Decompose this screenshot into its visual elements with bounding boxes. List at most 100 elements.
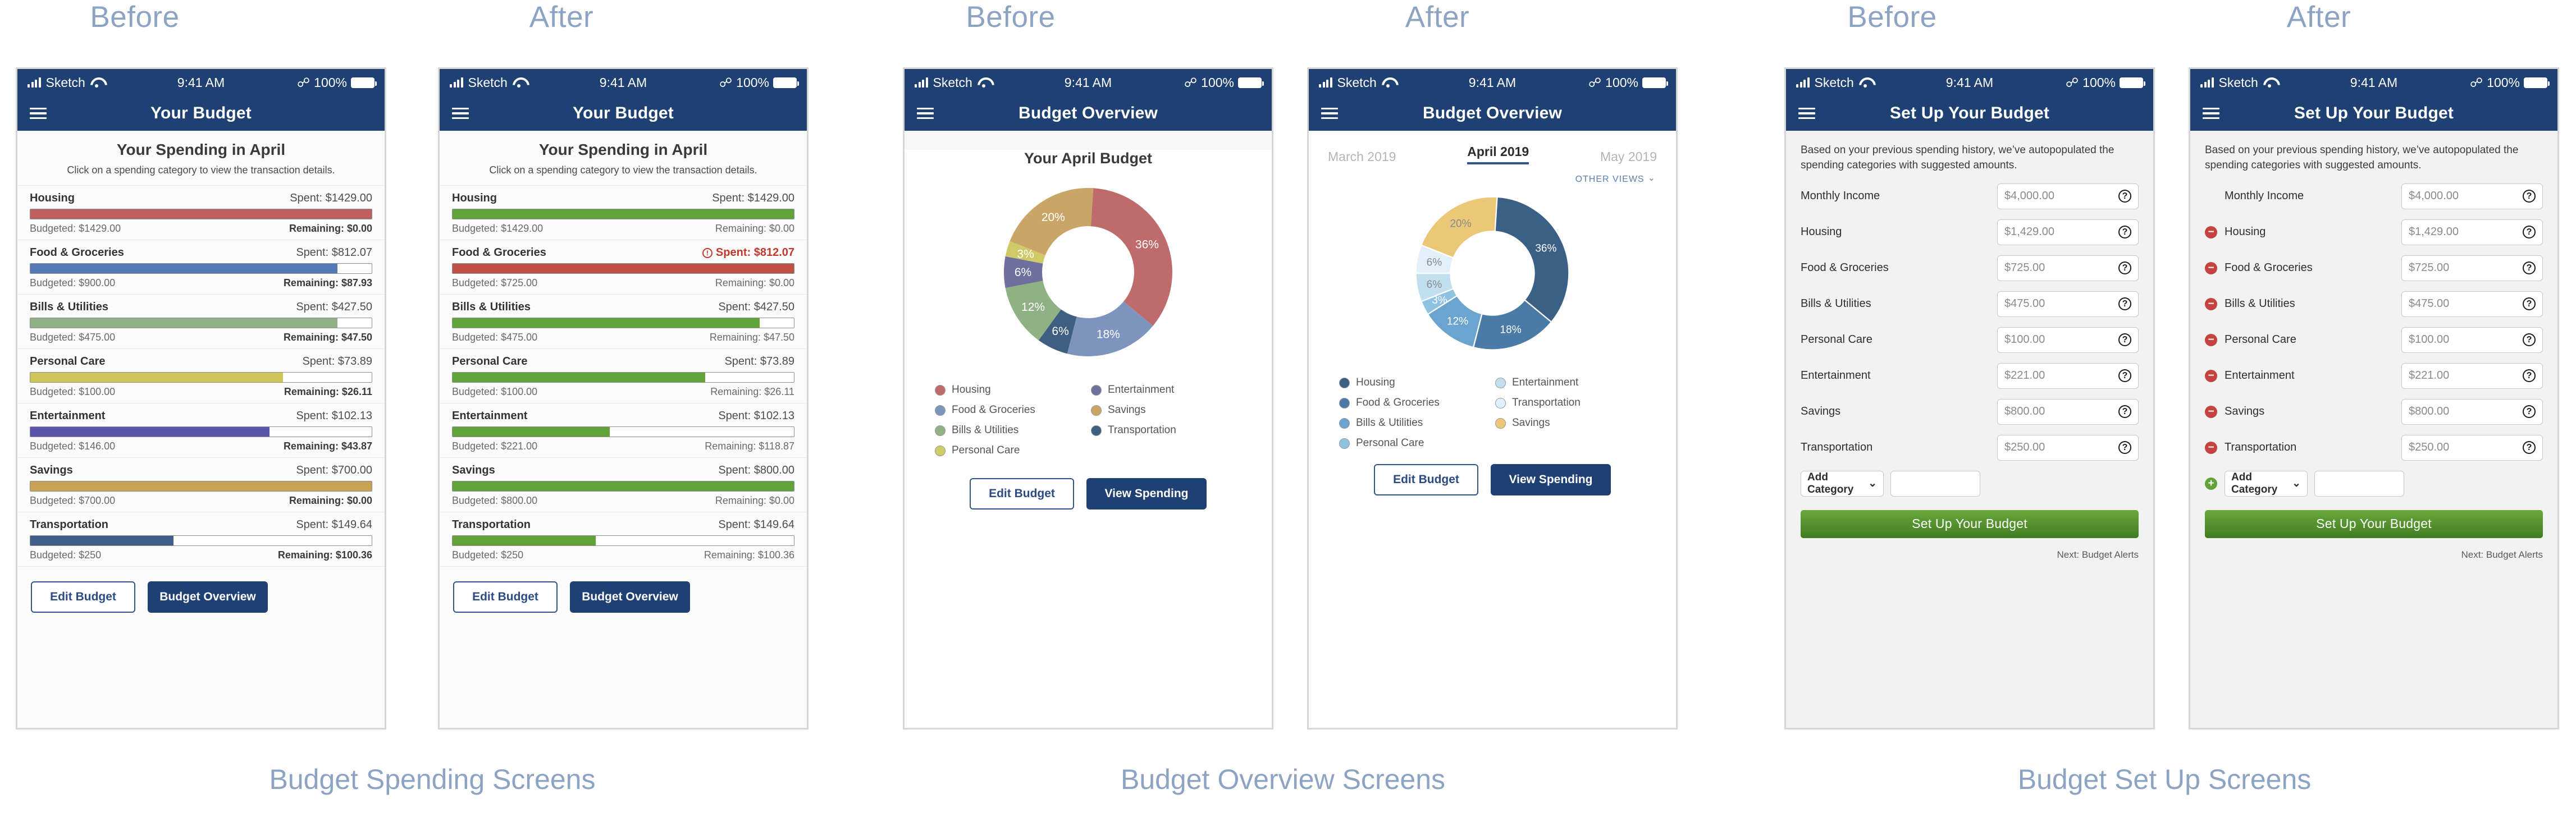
budget-overview-button[interactable]: Budget Overview bbox=[148, 581, 268, 613]
edit-budget-button[interactable]: Edit Budget bbox=[453, 581, 558, 613]
category-row[interactable]: Bills & Utilities Spent: $427.50 Budgeted:… bbox=[440, 295, 807, 349]
amount-input[interactable]: $250.00? bbox=[1997, 434, 2139, 461]
help-icon[interactable]: ? bbox=[2523, 261, 2536, 275]
view-spending-button[interactable]: View Spending bbox=[1491, 464, 1611, 495]
category-spent: Spent: $1429.00 bbox=[712, 192, 794, 205]
donut-slice-housing[interactable] bbox=[1088, 188, 1172, 326]
help-icon[interactable]: ? bbox=[2118, 405, 2131, 419]
help-icon[interactable]: ? bbox=[2118, 369, 2131, 383]
amount-input[interactable]: $221.00? bbox=[2401, 362, 2543, 389]
set-up-budget-button[interactable]: Set Up Your Budget bbox=[2205, 510, 2543, 538]
help-icon[interactable]: ? bbox=[2118, 333, 2131, 347]
amount-input[interactable]: $1,429.00? bbox=[2401, 219, 2543, 245]
amount-input[interactable]: $221.00? bbox=[1997, 362, 2139, 389]
view-spending-button[interactable]: View Spending bbox=[1086, 478, 1207, 510]
category-name: Personal Care bbox=[452, 355, 528, 368]
category-row[interactable]: Savings Spent: $700.00 Budgeted: $700.00 Re… bbox=[17, 458, 385, 512]
category-budgeted: Budgeted: $725.00 bbox=[452, 277, 538, 288]
nav-title: Set Up Your Budget bbox=[2294, 104, 2454, 122]
budget-field-list: Monthly Income $4,000.00? Housing $1,429.00… bbox=[1801, 183, 2139, 461]
help-icon[interactable]: ? bbox=[2523, 441, 2536, 455]
category-row[interactable]: Savings Spent: $800.00 Budgeted: $800.00 Re… bbox=[440, 458, 807, 512]
amount-value: $1,429.00 bbox=[2004, 226, 2054, 238]
budget-field-row: − Bills & Utilities $475.00? bbox=[2205, 291, 2543, 317]
category-row[interactable]: Transportation Spent: $149.64 Budgeted: $2… bbox=[440, 512, 807, 567]
amount-input[interactable]: $475.00? bbox=[2401, 291, 2543, 317]
help-icon[interactable]: ? bbox=[2523, 226, 2536, 239]
budget-field-row: − Entertainment $221.00? bbox=[2205, 362, 2543, 389]
remove-category-icon[interactable]: − bbox=[2205, 405, 2217, 418]
field-label: Transportation bbox=[1801, 441, 1873, 454]
help-icon[interactable]: ? bbox=[2523, 297, 2536, 311]
phone-setup-before: Sketch 9:41 AM ☍ 100% Set Up Your Budget… bbox=[1784, 67, 2155, 729]
amount-input[interactable]: $4,000.00? bbox=[1997, 183, 2139, 209]
help-icon[interactable]: ? bbox=[2118, 261, 2131, 275]
new-category-amount-input[interactable] bbox=[2314, 470, 2404, 497]
amount-input[interactable]: $4,000.00? bbox=[2401, 183, 2543, 209]
add-category-icon[interactable]: + bbox=[2205, 477, 2217, 490]
month-tab[interactable]: April 2019 bbox=[1467, 144, 1529, 164]
category-budgeted: Budgeted: $250 bbox=[452, 549, 524, 561]
help-icon[interactable]: ? bbox=[2118, 441, 2131, 455]
progress-bar-fill bbox=[30, 536, 174, 545]
help-icon[interactable]: ? bbox=[2523, 369, 2536, 383]
donut-slice-housing[interactable] bbox=[1491, 196, 1570, 323]
remove-category-icon[interactable]: − bbox=[2205, 369, 2217, 382]
remove-category-icon[interactable]: − bbox=[2205, 261, 2217, 274]
amount-input[interactable]: $250.00? bbox=[2401, 434, 2543, 461]
help-icon[interactable]: ? bbox=[2523, 405, 2536, 419]
category-name: Transportation bbox=[30, 518, 109, 531]
category-row[interactable]: Personal Care Spent: $73.89 Budgeted: $100… bbox=[440, 349, 807, 403]
progress-bar bbox=[30, 263, 372, 274]
category-remaining: Remaining: $26.11 bbox=[284, 386, 372, 397]
set-up-budget-button[interactable]: Set Up Your Budget bbox=[1801, 510, 2139, 538]
edit-budget-button[interactable]: Edit Budget bbox=[31, 581, 135, 613]
remove-category-icon[interactable]: − bbox=[2205, 441, 2217, 454]
help-icon[interactable]: ? bbox=[2118, 297, 2131, 311]
remove-category-icon[interactable]: − bbox=[2205, 333, 2217, 346]
month-tab[interactable]: May 2019 bbox=[1600, 149, 1657, 164]
category-row[interactable]: Housing Spent: $1429.00 Budgeted: $1429.00… bbox=[440, 186, 807, 240]
help-icon[interactable]: ? bbox=[2523, 333, 2536, 347]
carrier-label: Sketch bbox=[468, 75, 508, 90]
edit-budget-button[interactable]: Edit Budget bbox=[970, 478, 1074, 510]
other-views-dropdown[interactable]: OTHER VIEWS ⌄ bbox=[1309, 164, 1676, 185]
category-row[interactable]: Entertainment Spent: $102.13 Budgeted: $14… bbox=[17, 403, 385, 458]
amount-value: $475.00 bbox=[2004, 297, 2045, 310]
amount-value: $800.00 bbox=[2004, 405, 2045, 418]
amount-input[interactable]: $475.00? bbox=[1997, 291, 2139, 317]
legend-color-swatch bbox=[1495, 397, 1506, 408]
legend-color-swatch bbox=[1339, 438, 1350, 449]
category-row[interactable]: Food & Groceries! Spent: $812.07 Budgeted:… bbox=[440, 240, 807, 295]
caption-overview-screens: Budget Overview Screens bbox=[1120, 764, 1446, 795]
add-category-select[interactable]: Add Category ⌄ bbox=[2225, 470, 2308, 497]
amount-input[interactable]: $800.00? bbox=[2401, 398, 2543, 425]
amount-input[interactable]: $800.00? bbox=[1997, 398, 2139, 425]
legend-color-swatch bbox=[935, 384, 946, 396]
month-tab[interactable]: March 2019 bbox=[1328, 149, 1396, 164]
category-row[interactable]: Bills & Utilities Spent: $427.50 Budgeted:… bbox=[17, 295, 385, 349]
amount-input[interactable]: $725.00? bbox=[2401, 255, 2543, 281]
remove-category-icon[interactable]: − bbox=[2205, 297, 2217, 310]
add-category-select[interactable]: Add Category ⌄ bbox=[1801, 470, 1884, 497]
category-row[interactable]: Transportation Spent: $149.64 Budgeted: $2… bbox=[17, 512, 385, 567]
amount-input[interactable]: $1,429.00? bbox=[1997, 219, 2139, 245]
legend-label: Housing bbox=[1356, 377, 1395, 388]
amount-input[interactable]: $100.00? bbox=[1997, 327, 2139, 353]
category-row[interactable]: Entertainment Spent: $102.13 Budgeted: $22… bbox=[440, 403, 807, 458]
donut-slice-label: 36% bbox=[1535, 242, 1556, 254]
help-icon[interactable]: ? bbox=[2523, 190, 2536, 203]
category-row[interactable]: Personal Care Spent: $73.89 Budgeted: $100… bbox=[17, 349, 385, 403]
amount-input[interactable]: $100.00? bbox=[2401, 327, 2543, 353]
category-remaining: Remaining: $0.00 bbox=[715, 277, 794, 288]
edit-budget-button[interactable]: Edit Budget bbox=[1374, 464, 1478, 495]
category-row[interactable]: Housing Spent: $1429.00 Budgeted: $1429.00… bbox=[17, 186, 385, 240]
budget-overview-button[interactable]: Budget Overview bbox=[570, 581, 690, 613]
help-icon[interactable]: ? bbox=[2118, 190, 2131, 203]
help-icon[interactable]: ? bbox=[2118, 226, 2131, 239]
category-row[interactable]: Food & Groceries Spent: $812.07 Budgeted: … bbox=[17, 240, 385, 295]
new-category-amount-input[interactable] bbox=[1890, 470, 1980, 497]
label-after-3: After bbox=[2286, 1, 2351, 34]
remove-category-icon[interactable]: − bbox=[2205, 226, 2217, 238]
amount-input[interactable]: $725.00? bbox=[1997, 255, 2139, 281]
